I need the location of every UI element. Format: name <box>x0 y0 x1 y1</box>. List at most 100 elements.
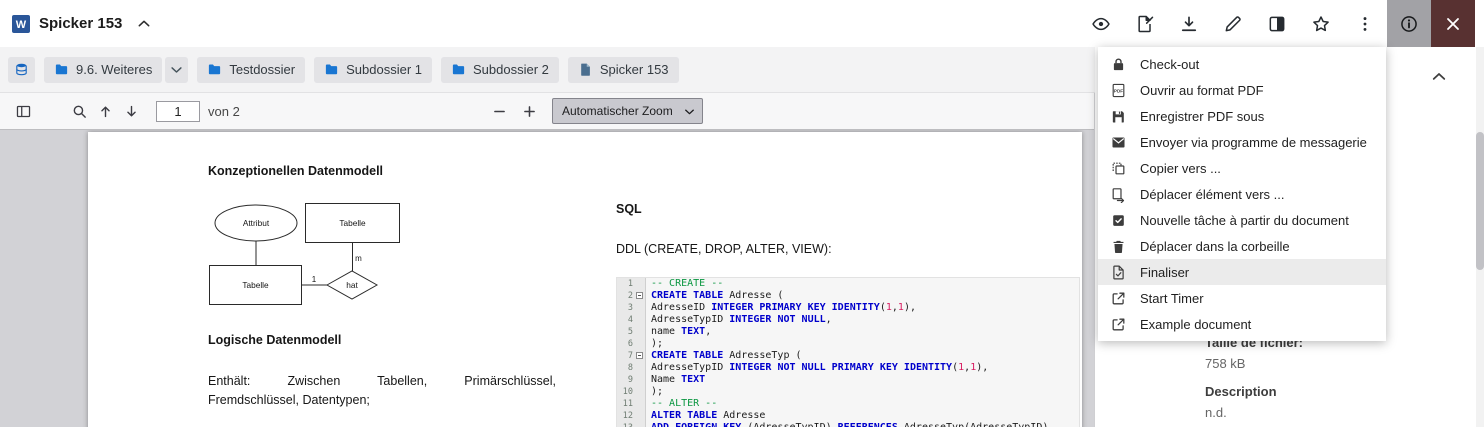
pdf-viewer: von 2 Automatischer Zoom Konzeptionellen… <box>0 93 1095 427</box>
description-value: n.d. <box>1205 405 1303 420</box>
code-line: 5name TEXT, <box>617 326 1079 338</box>
description-label: Description <box>1205 384 1303 399</box>
menu-item-check-out[interactable]: Check-out <box>1098 51 1386 77</box>
close-button[interactable] <box>1431 0 1475 47</box>
app-window: W Spicker 153 9.6. Weiteres Testdossier Su… <box>0 0 1484 427</box>
database-icon <box>14 62 29 77</box>
pdf-icon: PDF <box>1110 82 1127 99</box>
word-doc-icon: W <box>12 15 30 33</box>
page-number-input[interactable] <box>156 101 200 122</box>
collapse-header-icon[interactable] <box>136 16 152 32</box>
menu-item-label: Finaliser <box>1140 265 1189 280</box>
doc-heading-sql: SQL <box>616 202 642 216</box>
doc-paragraph: Enthält: Zwischen Tabellen, Primärschlüs… <box>208 372 556 410</box>
contrast-icon <box>1267 14 1287 34</box>
folder-icon <box>54 62 69 77</box>
preview-button[interactable] <box>1079 0 1123 47</box>
menu-item-nouvelle-tache-a-partir-du-document[interactable]: Nouvelle tâche à partir du document <box>1098 207 1386 233</box>
code-line: 13ADD FOREIGN KEY (AdresseTypID) REFEREN… <box>617 422 1079 427</box>
code-block: 1-- CREATE --2CREATE TABLE Adresse (3Adr… <box>616 277 1080 427</box>
menu-item-label: Déplacer dans la corbeille <box>1140 239 1290 254</box>
er-label-attribut: Attribut <box>243 218 270 228</box>
folder-icon <box>324 62 339 77</box>
panel-collapse-icon[interactable] <box>1430 68 1448 86</box>
doc-paragraph-line-1: Enthält: Zwischen Tabellen, Primärschlüs… <box>208 372 556 391</box>
chevron-down-icon <box>683 105 696 118</box>
context-menu: Check-outPDFOuvrir au format PDF Enregist… <box>1098 47 1386 341</box>
folder-icon <box>451 62 466 77</box>
search-button[interactable] <box>66 98 92 124</box>
menu-item-deplacer-element-vers[interactable]: Déplacer élément vers ... <box>1098 181 1386 207</box>
more-actions-button[interactable] <box>1343 0 1387 47</box>
menu-item-label: Envoyer via programme de messagerie <box>1140 135 1367 150</box>
menu-item-label: Enregistrer PDF sous <box>1140 109 1264 124</box>
menu-item-ouvrir-au-format-pdf[interactable]: PDFOuvrir au format PDF <box>1098 77 1386 103</box>
zoom-in-button[interactable] <box>516 98 542 124</box>
external-link-icon <box>1110 290 1127 307</box>
menu-item-finaliser[interactable]: Finaliser <box>1098 259 1386 285</box>
scrollbar <box>1476 47 1484 427</box>
mail-icon <box>1110 134 1127 151</box>
er-cardinality-m: m <box>355 254 362 263</box>
menu-item-label: Start Timer <box>1140 291 1204 306</box>
toggle-sidebar-button[interactable] <box>10 98 36 124</box>
download-button[interactable] <box>1167 0 1211 47</box>
breadcrumb-item-subdossier-1[interactable]: Subdossier 1 <box>314 57 432 83</box>
code-line: 3AdresseID INTEGER PRIMARY KEY IDENTITY(… <box>617 302 1079 314</box>
code-line: 11-- ALTER -- <box>617 398 1079 410</box>
favorite-button[interactable] <box>1299 0 1343 47</box>
topbar-actions <box>1079 0 1484 47</box>
menu-item-copier-vers[interactable]: Copier vers ... <box>1098 155 1386 181</box>
zoom-select[interactable]: Automatischer Zoom <box>552 98 703 124</box>
menu-item-example-document[interactable]: Example document <box>1098 311 1386 337</box>
previous-page-button[interactable] <box>92 98 118 124</box>
info-icon <box>1399 14 1419 34</box>
zoom-select-label: Automatischer Zoom <box>562 104 673 118</box>
breadcrumb-dropdown-toggle[interactable] <box>165 57 188 83</box>
reader-mode-button[interactable] <box>1255 0 1299 47</box>
trash-icon <box>1110 238 1127 255</box>
er-label-tabelle-top: Tabelle <box>339 218 366 228</box>
svg-text:W: W <box>16 19 27 31</box>
code-line: 9Name TEXT <box>617 374 1079 386</box>
menu-item-label: Déplacer élément vers ... <box>1140 187 1285 202</box>
file-edit-icon <box>1135 14 1155 34</box>
zoom-out-button[interactable] <box>486 98 512 124</box>
next-page-button[interactable] <box>118 98 144 124</box>
task-icon <box>1110 212 1127 229</box>
annotate-button[interactable] <box>1211 0 1255 47</box>
breadcrumb-item-subdossier-2[interactable]: Subdossier 2 <box>441 57 559 83</box>
code-line: 10); <box>617 386 1079 398</box>
more-vert-icon <box>1355 14 1375 34</box>
menu-item-envoyer-via-programme-de-messagerie[interactable]: Envoyer via programme de messagerie <box>1098 129 1386 155</box>
code-fold-marker[interactable] <box>636 352 643 359</box>
download-icon <box>1179 14 1199 34</box>
breadcrumb-item-spicker-153[interactable]: Spicker 153 <box>568 57 679 83</box>
menu-item-start-timer[interactable]: Start Timer <box>1098 285 1386 311</box>
chevron-down-icon <box>169 62 184 77</box>
menu-item-label: Example document <box>1140 317 1251 332</box>
lock-icon <box>1110 56 1127 73</box>
pdf-page: Konzeptionellen Datenmodell Attribut Tab… <box>88 132 1082 427</box>
edit-document-button[interactable] <box>1123 0 1167 47</box>
doc-heading-logisch: Logische Datenmodell <box>208 333 341 347</box>
pencil-icon <box>1223 14 1243 34</box>
code-line: 8AdresseTypID INTEGER NOT NULL PRIMARY K… <box>617 362 1079 374</box>
breadcrumb-item-weiteres[interactable]: 9.6. Weiteres <box>44 57 162 83</box>
file-size-value: 758 kB <box>1205 356 1303 371</box>
menu-item-deplacer-dans-la-corbeille[interactable]: Déplacer dans la corbeille <box>1098 233 1386 259</box>
menu-item-enregistrer-pdf-sous[interactable]: Enregistrer PDF sous <box>1098 103 1386 129</box>
doc-paragraph-line-2: Fremdschlüssel, Datentypen; <box>208 391 556 410</box>
repository-chip[interactable] <box>8 57 35 83</box>
info-button[interactable] <box>1387 0 1431 47</box>
code-fold-marker[interactable] <box>636 292 643 299</box>
code-line: 7CREATE TABLE AdresseTyp ( <box>617 350 1079 362</box>
scrollbar-thumb[interactable] <box>1476 132 1484 270</box>
breadcrumb: 9.6. Weiteres Testdossier Subdossier 1 Subd… <box>0 47 1095 93</box>
page-count-label: von 2 <box>208 104 240 119</box>
code-line: 2CREATE TABLE Adresse ( <box>617 290 1079 302</box>
star-icon <box>1311 14 1331 34</box>
external-link-icon <box>1110 316 1127 333</box>
code-line: 1-- CREATE -- <box>617 278 1079 290</box>
breadcrumb-item-testdossier[interactable]: Testdossier <box>197 57 305 83</box>
